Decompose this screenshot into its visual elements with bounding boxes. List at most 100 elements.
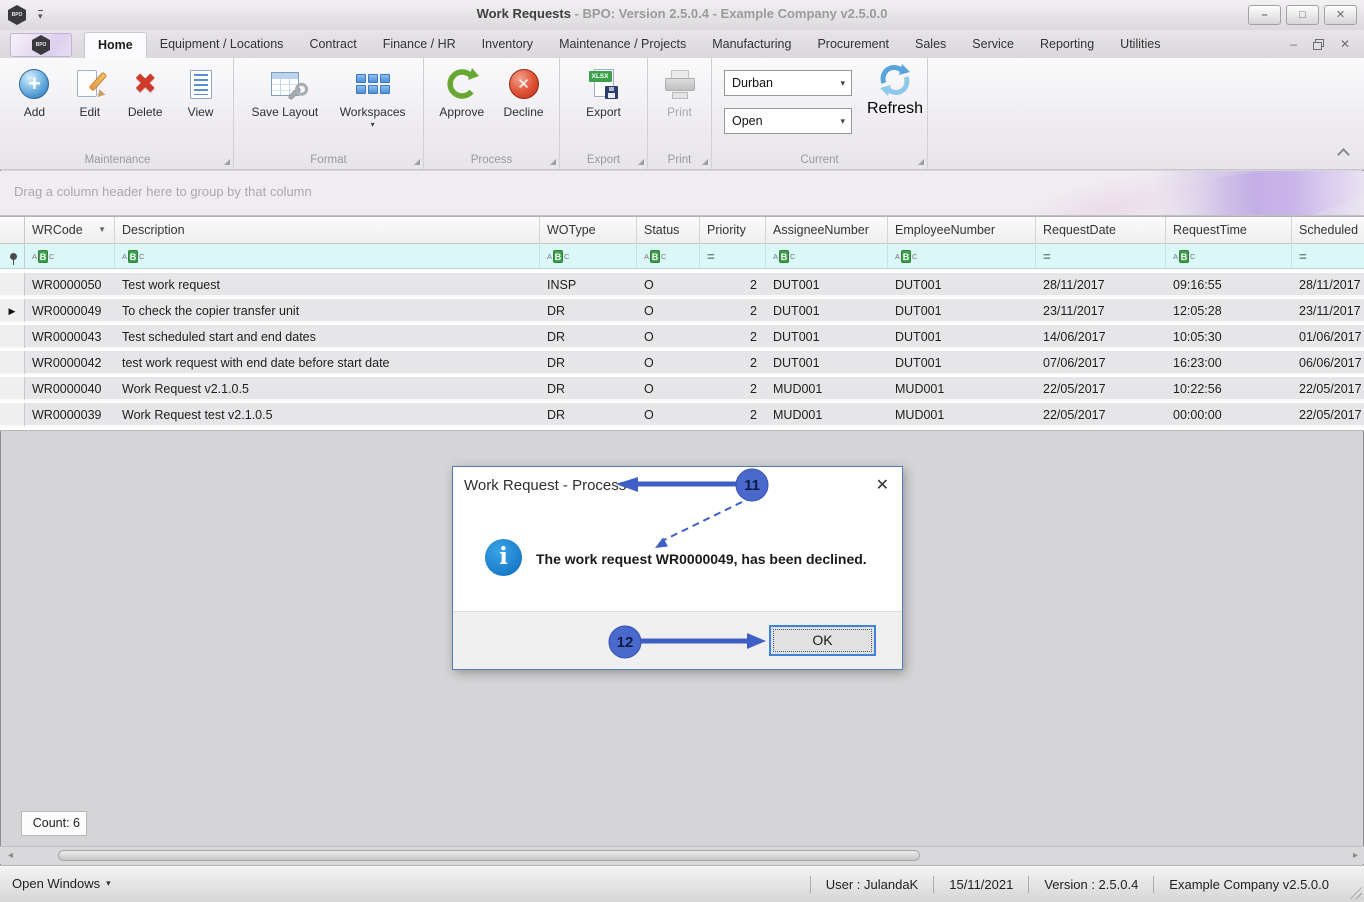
grid-row-wr0000043[interactable]: WR0000043Test scheduled start and end da…: [0, 325, 1364, 351]
grid-cell[interactable]: DR: [540, 325, 637, 349]
mdi-close-button[interactable]: ✕: [1340, 37, 1350, 51]
grid-cell[interactable]: 22/05/2017: [1036, 403, 1166, 427]
grid-cell[interactable]: DUT001: [766, 299, 888, 323]
decline-button[interactable]: ✕ Decline: [500, 64, 548, 121]
grid-cell[interactable]: DR: [540, 377, 637, 401]
column-header-status[interactable]: Status: [637, 217, 700, 244]
filter-cell-assigneenumber[interactable]: ABC: [766, 244, 888, 269]
site-dropdown[interactable]: Durban ▾: [724, 70, 852, 96]
grid-cell[interactable]: WR0000040: [25, 377, 115, 401]
tab-finance-hr[interactable]: Finance / HR: [370, 32, 469, 58]
open-windows-dropdown[interactable]: Open Windows ▾: [12, 876, 111, 891]
tab-inventory[interactable]: Inventory: [469, 32, 546, 58]
column-header-wrcode[interactable]: WRCode▼: [25, 217, 115, 244]
grid-cell[interactable]: O: [637, 299, 700, 323]
resize-grip[interactable]: [1348, 885, 1362, 899]
refresh-button[interactable]: Refresh: [864, 62, 926, 118]
column-header-wotype[interactable]: WOType: [540, 217, 637, 244]
status-dropdown[interactable]: Open ▾: [724, 108, 852, 134]
grid-cell[interactable]: 23/11/2017: [1292, 299, 1364, 323]
dialog-close-icon[interactable]: ✕: [876, 475, 889, 495]
grid-cell[interactable]: MUD001: [888, 403, 1036, 427]
grid-cell[interactable]: 00:00:00: [1166, 403, 1292, 427]
grid-cell[interactable]: O: [637, 377, 700, 401]
tab-contract[interactable]: Contract: [296, 32, 369, 58]
grid-cell[interactable]: 22/05/2017: [1292, 403, 1364, 427]
edit-button[interactable]: Edit: [67, 64, 113, 121]
grid-row-wr0000042[interactable]: WR0000042test work request with end date…: [0, 351, 1364, 377]
filter-cell-wotype[interactable]: ABC: [540, 244, 637, 269]
grid-cell[interactable]: DUT001: [888, 299, 1036, 323]
grid-cell[interactable]: Test scheduled start and end dates: [115, 325, 540, 349]
grid-cell[interactable]: Test work request: [115, 273, 540, 297]
grid-cell[interactable]: MUD001: [888, 377, 1036, 401]
tab-home[interactable]: Home: [84, 32, 147, 58]
filter-cell-priority[interactable]: =: [700, 244, 766, 269]
filter-cell-wrcode[interactable]: ABC: [25, 244, 115, 269]
horizontal-scrollbar[interactable]: ◂ ▸: [0, 846, 1364, 864]
grid-cell[interactable]: 2: [700, 351, 766, 375]
ok-button[interactable]: OK: [769, 625, 876, 656]
grid-cell[interactable]: 16:23:00: [1166, 351, 1292, 375]
grid-cell[interactable]: WR0000043: [25, 325, 115, 349]
tab-procurement[interactable]: Procurement: [804, 32, 902, 58]
grid-cell[interactable]: 10:22:56: [1166, 377, 1292, 401]
approve-button[interactable]: Approve: [435, 64, 488, 121]
grid-cell[interactable]: O: [637, 403, 700, 427]
grid-cell[interactable]: 23/11/2017: [1036, 299, 1166, 323]
filter-cell-employeenumber[interactable]: ABC: [888, 244, 1036, 269]
grid-cell[interactable]: DUT001: [888, 273, 1036, 297]
grid-cell[interactable]: 07/06/2017: [1036, 351, 1166, 375]
minimize-button[interactable]: –: [1248, 5, 1281, 25]
tab-maintenance-projects[interactable]: Maintenance / Projects: [546, 32, 699, 58]
tab-utilities[interactable]: Utilities: [1107, 32, 1173, 58]
grid-cell[interactable]: DUT001: [766, 351, 888, 375]
filter-cell-requestdate[interactable]: =: [1036, 244, 1166, 269]
grid-cell[interactable]: DR: [540, 299, 637, 323]
grid-row-wr0000049[interactable]: ▶WR0000049To check the copier transfer u…: [0, 299, 1364, 325]
tab-service[interactable]: Service: [959, 32, 1027, 58]
grid-cell[interactable]: WR0000039: [25, 403, 115, 427]
column-header-requesttime[interactable]: RequestTime: [1166, 217, 1292, 244]
close-button[interactable]: ✕: [1324, 5, 1357, 25]
grid-cell[interactable]: WR0000049: [25, 299, 115, 323]
grid-cell[interactable]: test work request with end date before s…: [115, 351, 540, 375]
tab-sales[interactable]: Sales: [902, 32, 959, 58]
grid-cell[interactable]: DUT001: [888, 351, 1036, 375]
add-button[interactable]: + Add: [11, 64, 57, 121]
quick-access-dropdown-icon[interactable]: ▾: [38, 10, 43, 21]
workspaces-button[interactable]: Workspaces ▾: [336, 64, 410, 130]
grid-cell[interactable]: 22/05/2017: [1292, 377, 1364, 401]
application-menu-button[interactable]: BPO: [10, 33, 72, 57]
grid-cell[interactable]: MUD001: [766, 403, 888, 427]
maximize-button[interactable]: □: [1286, 5, 1319, 25]
grid-cell[interactable]: DUT001: [766, 273, 888, 297]
grid-cell[interactable]: 2: [700, 325, 766, 349]
collapse-ribbon-icon[interactable]: [1337, 148, 1350, 161]
grid-cell[interactable]: DR: [540, 351, 637, 375]
grid-cell[interactable]: Work Request test v2.1.0.5: [115, 403, 540, 427]
column-header-scheduled[interactable]: Scheduled: [1292, 217, 1364, 244]
view-button[interactable]: View: [178, 64, 224, 121]
grid-cell[interactable]: To check the copier transfer unit: [115, 299, 540, 323]
grid-cell[interactable]: 12:05:28: [1166, 299, 1292, 323]
filter-cell-status[interactable]: ABC: [637, 244, 700, 269]
grid-cell[interactable]: DUT001: [766, 325, 888, 349]
dialog-launcher-icon[interactable]: [918, 159, 924, 165]
grid-cell[interactable]: 2: [700, 299, 766, 323]
grid-cell[interactable]: WR0000042: [25, 351, 115, 375]
grid-cell[interactable]: 2: [700, 377, 766, 401]
grid-cell[interactable]: INSP: [540, 273, 637, 297]
scroll-right-icon[interactable]: ▸: [1353, 849, 1358, 863]
filter-cell-scheduled[interactable]: =: [1292, 244, 1364, 269]
grid-cell[interactable]: MUD001: [766, 377, 888, 401]
grid-cell[interactable]: O: [637, 351, 700, 375]
grid-cell[interactable]: DUT001: [888, 325, 1036, 349]
grid-cell[interactable]: 2: [700, 403, 766, 427]
dialog-launcher-icon[interactable]: [638, 159, 644, 165]
filter-cell-description[interactable]: ABC: [115, 244, 540, 269]
scroll-left-icon[interactable]: ◂: [8, 849, 13, 863]
grid-cell[interactable]: 09:16:55: [1166, 273, 1292, 297]
grid-cell[interactable]: WR0000050: [25, 273, 115, 297]
filter-cell-requesttime[interactable]: ABC: [1166, 244, 1292, 269]
